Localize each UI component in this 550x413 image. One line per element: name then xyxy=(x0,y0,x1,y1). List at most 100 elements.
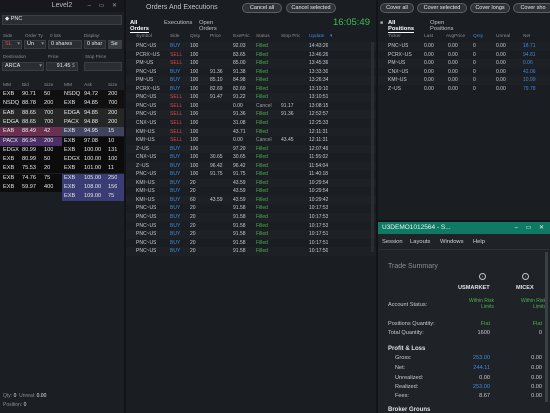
col-ticker[interactable]: Ticker xyxy=(388,33,401,41)
tab-executions[interactable]: Executions xyxy=(164,20,192,26)
order-row[interactable]: PM~US BUY 100 85.10 84.98 Filled 13:26:34 xyxy=(126,76,376,85)
cover-longs-button[interactable]: Cover longs xyxy=(470,3,510,13)
position-row[interactable]: PM~US 0.00 0.00 0 0.00 0.06 xyxy=(378,59,550,68)
order-row[interactable]: PNC~US BUY 100 91.75 91.75 Filled 11:40:18 xyxy=(126,170,376,179)
order-exeprice: 0.00 xyxy=(233,137,243,144)
order-row[interactable]: KMI~US SELL 100 43.71 Filled 12:11:31 xyxy=(126,127,376,136)
menu-windows[interactable]: Windows xyxy=(440,239,464,245)
window-controls[interactable]: – ▭ ✕ xyxy=(515,224,547,231)
order-row[interactable]: PCRX~US BUY 100 82.69 82.69 Filled 13:19:10 xyxy=(126,84,376,94)
table-row[interactable]: NSDQ 88.78 200 EXB 94.85 700 xyxy=(0,99,124,109)
order-row[interactable]: PNC~US SELL 100 0.00 Cancel 91.17 13:08:15 xyxy=(126,101,376,111)
bid-mm: EAB xyxy=(3,109,15,116)
order-row[interactable]: CNX~US SELL 100 31.08 Filled 12:25:33 xyxy=(126,118,376,128)
menu-session[interactable]: Session xyxy=(382,239,403,245)
cover-all-button[interactable]: Cover all xyxy=(380,3,414,13)
order-row[interactable]: PNC~US BUY 20 91.58 Filled 10:17:53 xyxy=(126,213,376,222)
order-row[interactable]: PNC~US SELL 100 91.47 91.22 Filled 13:10:51 xyxy=(126,93,376,102)
level2-title: Level2 xyxy=(51,2,73,9)
table-row[interactable]: EDGA 88.65 700 PACX 94.88 200 xyxy=(0,117,124,127)
order-update: 12:11:31 xyxy=(309,128,329,135)
orders-scrollbar[interactable] xyxy=(371,42,374,252)
order-row[interactable]: PM~US SELL 100 85.00 Filled 13:45:36 xyxy=(126,59,376,68)
order-price: 91.36 xyxy=(210,68,223,75)
menu-layouts[interactable]: Layouts xyxy=(410,239,430,245)
col-stopprice[interactable]: Stop Pric xyxy=(281,33,300,41)
pin-icon[interactable]: ■ xyxy=(380,20,383,26)
order-row[interactable]: PNC~US SELL 100 91.36 Filled 91.36 12:52:57 xyxy=(126,110,376,119)
order-symbol: CNX~US xyxy=(136,119,157,126)
symbol-input[interactable]: ◆ PNC xyxy=(2,15,122,25)
col-symbol[interactable]: Symbol xyxy=(136,33,152,41)
send-button[interactable]: Se xyxy=(108,40,122,49)
account-scrollbar[interactable] xyxy=(545,252,548,402)
order-type-select[interactable]: Un ▾ xyxy=(24,40,46,49)
col-ask: Ask xyxy=(84,83,92,88)
col-last[interactable]: Last xyxy=(424,33,433,41)
position-row[interactable]: PCRX~US 0.00 0.00 0 0.00 94.81 xyxy=(378,50,550,60)
col-update[interactable]: Update xyxy=(309,33,324,41)
col-pos-qnty[interactable]: Qnty xyxy=(473,33,483,41)
position-row[interactable]: Z~US 0.00 0.00 0 0.00 79.78 xyxy=(378,84,550,94)
positions-window: Cover all Cover selected Cover longs Cov… xyxy=(378,0,550,220)
order-row[interactable]: KMI~US SELL 100 0.00 Cancel 43.45 12:11:31 xyxy=(126,136,376,145)
order-row[interactable]: PNC~US BUY 100 92.03 Filled 14:43:26 xyxy=(126,42,376,51)
ask-mm: EDGX xyxy=(64,156,80,163)
col-exeprice[interactable]: ExePric xyxy=(233,33,250,41)
tab-all-orders[interactable]: All Orders xyxy=(130,20,149,33)
order-row[interactable]: Z~US BUY 100 97.20 Filled 12:07:49 xyxy=(126,144,376,154)
side-select[interactable]: SL ▾ xyxy=(2,40,22,49)
tab-all-positions[interactable]: All Positions xyxy=(388,20,414,33)
table-row[interactable]: EXB 59.97 400 EXB 108.00 156 xyxy=(0,183,124,192)
table-row[interactable]: EXB 74.76 75 EXB 105.00 250 xyxy=(0,173,124,183)
col-mm-bid: MM xyxy=(3,83,11,88)
display-input[interactable]: 0 shar xyxy=(84,40,106,49)
table-row[interactable]: EXB 109.00 75 xyxy=(0,192,124,202)
position-row[interactable]: PNC~US 0.00 0.00 0 0.00 18.71 xyxy=(378,42,550,51)
table-row[interactable]: EAB 88.49 42 EXB 94.95 15 xyxy=(0,127,124,137)
cover-selected-button[interactable]: Cover selected xyxy=(417,3,467,13)
qty-input[interactable]: 0 shares xyxy=(48,40,82,49)
order-row[interactable]: PNC~US BUY 100 91.36 91.38 Filled 13:33:30 xyxy=(126,67,376,77)
col-qnty[interactable]: Qnty xyxy=(190,33,200,41)
order-status: Filled xyxy=(256,205,268,212)
table-row[interactable]: EXB 80.99 50 EDGX 100.00 100 xyxy=(0,155,124,165)
col-net[interactable]: Net xyxy=(523,33,530,41)
cover-shorts-button[interactable]: Cover sho xyxy=(513,3,550,13)
col-side[interactable]: Side xyxy=(170,33,180,41)
position-row[interactable]: KMI~US 0.00 0.00 0 0.00 10.99 xyxy=(378,76,550,85)
cancel-selected-button[interactable]: Cancel selected xyxy=(286,3,336,13)
price-input[interactable]: 91.45 $ xyxy=(46,62,78,71)
tab-open-positions[interactable]: Open Positions xyxy=(430,20,454,32)
table-row[interactable]: EAB 88.65 700 EDGA 94.85 200 xyxy=(0,108,124,118)
col-status[interactable]: Status xyxy=(256,33,270,41)
order-update: 12:11:31 xyxy=(309,137,329,144)
destination-select[interactable]: ARCA ▾ xyxy=(2,62,44,71)
position-row[interactable]: CNX~US 0.00 0.00 0 0.00 42.06 xyxy=(378,67,550,77)
col-unreal[interactable]: Unreal xyxy=(496,33,510,41)
table-row[interactable]: PACX 86.94 200 EXB 97.08 10 xyxy=(0,136,124,146)
table-row[interactable]: EDGX 80.99 100 EXB 100.00 131 xyxy=(0,145,124,155)
order-row[interactable]: PNC~US BUY 20 91.58 Filled 10:17:53 xyxy=(126,204,376,213)
order-row[interactable]: KMI~US BUY 20 43.59 Filled 10:29:54 xyxy=(126,187,376,196)
menu-help[interactable]: Help xyxy=(473,239,485,245)
col-avgprice[interactable]: AvgPrice xyxy=(446,33,465,41)
table-row[interactable]: EXB 75.53 20 EXB 101.00 11 xyxy=(0,164,124,174)
order-row[interactable]: PNC~US BUY 20 91.58 Filled 10:17:53 xyxy=(126,221,376,231)
order-row[interactable]: KMI~US BUY 60 43.59 43.59 Filled 10:29:42 xyxy=(126,195,376,205)
order-row[interactable]: Z~US BUY 100 96.42 96.42 Filled 11:54:04 xyxy=(126,161,376,171)
col-price[interactable]: Price xyxy=(210,33,221,41)
order-row[interactable]: PNC~US BUY 20 91.58 Filled 10:17:51 xyxy=(126,230,376,239)
order-row[interactable]: CNX~US BUY 100 30.65 30.65 Filled 11:55:02 xyxy=(126,153,376,162)
order-row[interactable]: KMI~US BUY 20 43.59 Filled 10:29:54 xyxy=(126,178,376,188)
order-row[interactable]: PNC~US BUY 20 91.58 Filled 10:17:51 xyxy=(126,238,376,248)
order-row[interactable]: PNC~US BUY 20 91.58 Filled 10:17:50 xyxy=(126,247,376,256)
tab-open-orders[interactable]: Open Orders xyxy=(199,20,217,32)
cancel-all-button[interactable]: Cancel all xyxy=(242,3,282,13)
stop-price-input[interactable] xyxy=(84,62,122,71)
window-controls[interactable]: – ▭ ✕ xyxy=(88,0,120,12)
order-row[interactable]: PCRX~US SELL 100 83.65 Filled 13:46:26 xyxy=(126,50,376,60)
unrealized-usmarket: 0.00 xyxy=(479,375,490,381)
order-qnty: 100 xyxy=(190,162,199,169)
table-row[interactable]: EXB 90.71 50 NSDQ 94.72 200 xyxy=(0,90,124,99)
